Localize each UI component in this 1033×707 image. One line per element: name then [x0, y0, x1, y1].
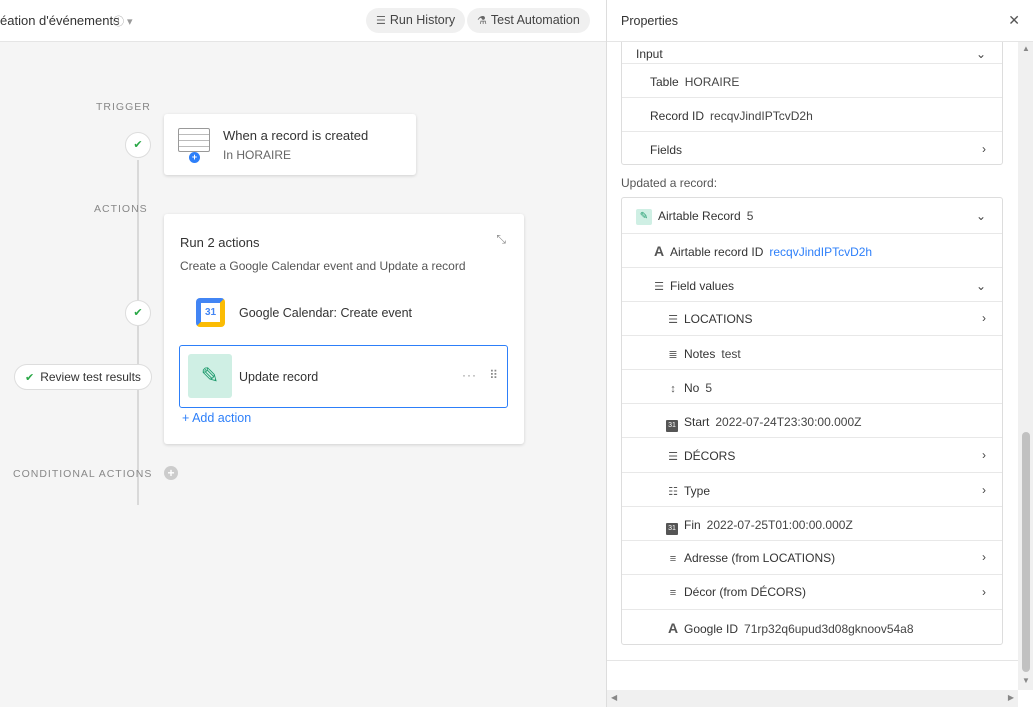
- check-icon: ✔: [25, 372, 35, 384]
- text-icon: A: [667, 620, 679, 636]
- airtable-record-id-row: A Airtable record ID recqvJindIPTcvD2h: [622, 234, 1002, 268]
- properties-panel: Properties ✕ Input ⌄ Table HORAIRE Record…: [606, 0, 1033, 707]
- trigger-title: When a record is created: [223, 128, 369, 143]
- chevron-down-icon: ⌄: [975, 209, 986, 223]
- number-icon: ↕: [670, 383, 676, 395]
- input-section: Input ⌄ Table HORAIRE Record ID recqvJindI…: [621, 42, 1003, 165]
- actions-section-label: ACTIONS: [94, 203, 148, 215]
- vertical-scrollbar[interactable]: ▲ ▼: [1018, 42, 1033, 690]
- chevron-right-icon: ›: [982, 311, 986, 325]
- info-icon[interactable]: ⓘ ▾: [113, 13, 133, 29]
- text-icon: A: [653, 243, 665, 259]
- pencil-icon: ✎: [636, 209, 652, 225]
- add-action-button[interactable]: + Add action: [182, 411, 251, 425]
- trigger-subtitle: In HORAIRE: [223, 148, 292, 162]
- more-options-icon[interactable]: ···: [462, 368, 477, 382]
- flask-icon: ⚗: [477, 15, 487, 27]
- actions-description: Create a Google Calendar event and Updat…: [180, 259, 466, 273]
- calendar-icon: 31: [666, 523, 678, 535]
- collapse-icon[interactable]: ⤡: [496, 232, 506, 247]
- automation-title[interactable]: éation d'événements: [0, 13, 120, 28]
- trigger-check-icon: ✔: [125, 132, 151, 158]
- field-row-type[interactable]: ☷ Type ›: [622, 473, 1002, 507]
- plus-badge-icon: +: [189, 152, 200, 163]
- trigger-card[interactable]: + When a record is created In HORAIRE: [164, 114, 416, 175]
- field-row-fin: 31 Fin 2022-07-25T01:00:00.000Z: [622, 507, 1002, 541]
- update-record-label: Update record: [239, 370, 319, 384]
- input-header[interactable]: Input ⌄: [622, 42, 1002, 64]
- table-icon: [178, 128, 210, 152]
- long-text-icon: ≣: [668, 349, 678, 361]
- trigger-section-label: TRIGGER: [96, 101, 151, 113]
- action-check-icon: ✔: [125, 300, 151, 326]
- lookup-icon: ≡: [669, 553, 677, 565]
- lookup-icon: ≡: [669, 587, 677, 599]
- automation-toolbar: éation d'événements ⓘ ▾ ☰ Run History ⚗ Te…: [0, 0, 606, 42]
- list-icon: ☰: [654, 281, 664, 293]
- scrollbar-thumb[interactable]: [1022, 432, 1030, 672]
- record-section: ✎ Airtable Record 5 ⌄ A Airtable record ID…: [621, 197, 1003, 645]
- field-row-no: ↕ No 5: [622, 370, 1002, 404]
- google-calendar-icon: 31: [196, 298, 225, 327]
- chevron-right-icon: ›: [982, 550, 986, 564]
- test-automation-button[interactable]: ⚗ Test Automation: [467, 8, 590, 33]
- drag-handle-icon[interactable]: ⠿: [489, 368, 498, 382]
- chevron-right-icon: ›: [982, 142, 986, 156]
- action-update-record[interactable]: ✎ Update record ··· ⠿: [179, 345, 508, 408]
- field-row-notes: ≣ Notes test: [622, 336, 1002, 370]
- scroll-right-icon[interactable]: ▶: [1008, 693, 1014, 702]
- field-values-row[interactable]: ☰ Field values ⌄: [622, 268, 1002, 302]
- run-history-button[interactable]: ☰ Run History: [366, 8, 466, 33]
- updated-record-label: Updated a record:: [621, 176, 718, 190]
- airtable-record-header[interactable]: ✎ Airtable Record 5 ⌄: [622, 198, 1002, 234]
- action-google-calendar[interactable]: Google Calendar: Create event: [239, 306, 412, 320]
- actions-title: Run 2 actions: [180, 235, 260, 250]
- review-test-results-button[interactable]: ✔ Review test results: [14, 364, 152, 390]
- field-row-start: 31 Start 2022-07-24T23:30:00.000Z: [622, 404, 1002, 438]
- scroll-down-icon[interactable]: ▼: [1022, 676, 1030, 685]
- record-id-row: Record ID recqvJindIPTcvD2h: [622, 98, 1002, 132]
- automation-canvas: TRIGGER ACTIONS CONDITIONAL ACTIONS ✔ ✔ …: [0, 42, 606, 707]
- chevron-right-icon: ›: [982, 585, 986, 599]
- list-icon: ☰: [376, 15, 386, 27]
- scroll-up-icon[interactable]: ▲: [1022, 44, 1030, 53]
- table-row: Table HORAIRE: [622, 64, 1002, 98]
- horizontal-scrollbar[interactable]: ◀ ▶: [607, 690, 1018, 707]
- chevron-right-icon: ›: [982, 448, 986, 462]
- field-row-decor[interactable]: ≡ Décor (from DÉCORS) ›: [622, 575, 1002, 610]
- properties-title: Properties: [621, 14, 678, 28]
- actions-card[interactable]: Run 2 actions Create a Google Calendar e…: [164, 214, 524, 444]
- field-row-decors[interactable]: ☰ DÉCORS ›: [622, 438, 1002, 473]
- conditional-actions-label: CONDITIONAL ACTIONS: [13, 468, 153, 480]
- add-conditional-icon[interactable]: +: [164, 466, 178, 480]
- multi-select-icon: ☰: [668, 451, 678, 463]
- properties-scroll-area[interactable]: Input ⌄ Table HORAIRE Record ID recqvJindI…: [607, 42, 1018, 690]
- scroll-left-icon[interactable]: ◀: [611, 693, 617, 702]
- chevron-down-icon: ⌄: [975, 279, 986, 293]
- field-row-locations[interactable]: ☰ LOCATIONS ›: [622, 302, 1002, 336]
- checklist-icon: ☷: [668, 486, 678, 498]
- fields-row[interactable]: Fields ›: [622, 132, 1002, 165]
- chevron-down-icon: ⌄: [975, 47, 986, 61]
- field-row-adresse[interactable]: ≡ Adresse (from LOCATIONS) ›: [622, 541, 1002, 575]
- chevron-right-icon: ›: [982, 483, 986, 497]
- multi-select-icon: ☰: [668, 314, 678, 326]
- calendar-icon: 31: [666, 420, 678, 432]
- field-row-google-id: A Google ID 71rp32q6upud3d08gknoov54a8: [667, 620, 914, 636]
- properties-header: Properties ✕: [607, 0, 1033, 42]
- pencil-icon: ✎: [188, 354, 232, 398]
- divider: [607, 660, 1018, 661]
- close-icon[interactable]: ✕: [1008, 12, 1020, 29]
